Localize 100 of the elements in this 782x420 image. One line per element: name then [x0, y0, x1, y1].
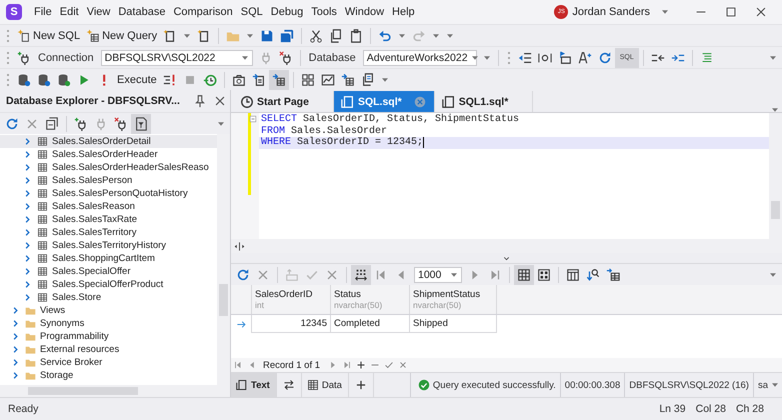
tree-item[interactable]: Sales.SalesOrderHeaderSalesReaso	[52, 162, 209, 173]
tree-item[interactable]: Sales.ShoppingCartItem	[52, 253, 155, 264]
column-header[interactable]: SalesOrderID int	[252, 285, 331, 314]
search-icon[interactable]	[586, 268, 600, 282]
execute-button[interactable]: Execute	[114, 74, 160, 86]
close-icon[interactable]	[213, 94, 227, 108]
tree-item[interactable]: Storage	[40, 370, 74, 381]
tree-item[interactable]: Sales.SalesTaxRate	[52, 214, 138, 225]
grid-arrows-icon[interactable]	[354, 268, 368, 282]
plug-remove-icon[interactable]	[114, 116, 128, 130]
menu-item[interactable]: Comparison	[169, 6, 237, 18]
tree-item[interactable]: Sales.Store	[52, 292, 102, 303]
outdent-icon[interactable]	[518, 50, 532, 64]
column-header[interactable]: ShipmentStatus nvarchar(50)	[410, 285, 497, 314]
menu-item[interactable]: Tools	[307, 6, 341, 18]
table-export-icon[interactable]	[606, 268, 620, 282]
dropdown-caret-icon[interactable]	[399, 34, 406, 38]
dropdown-caret-icon[interactable]	[382, 78, 388, 82]
first-record-icon[interactable]	[233, 360, 243, 370]
lines-icon[interactable]	[700, 50, 714, 64]
tree-item[interactable]: Sales.SalesOrderHeader	[52, 149, 158, 160]
filter-document-icon[interactable]	[134, 116, 148, 130]
tree-item[interactable]: Sales.SpecialOfferProduct	[52, 279, 164, 290]
list-icon[interactable]	[162, 72, 177, 86]
undo-icon[interactable]	[378, 28, 392, 42]
column-header[interactable]: Status nvarchar(50)	[331, 285, 410, 314]
camera-icon[interactable]	[232, 72, 246, 86]
dropdown-caret-icon[interactable]	[218, 122, 224, 126]
plug-add-icon[interactable]	[17, 50, 31, 64]
save-all-icon[interactable]	[280, 28, 294, 42]
save-icon[interactable]	[260, 28, 274, 42]
last-record-icon[interactable]	[342, 360, 352, 370]
refresh-icon[interactable]	[5, 116, 19, 130]
dropdown-caret-icon[interactable]	[433, 34, 440, 38]
menu-item[interactable]: Debug	[266, 6, 308, 18]
dropdown-caret-icon[interactable]	[770, 272, 776, 276]
menu-item[interactable]: Window	[340, 6, 388, 18]
table-arrow-icon[interactable]	[340, 72, 355, 86]
scissors-icon[interactable]	[309, 28, 324, 42]
tree-item[interactable]: Sales.SalesReason	[52, 201, 135, 212]
document-tab[interactable]: SQL1.sql*	[434, 91, 534, 112]
menu-item[interactable]: SQL	[236, 6, 267, 18]
menu-item[interactable]: Database	[114, 6, 170, 18]
columns-icon[interactable]	[566, 268, 580, 282]
split-icon[interactable]	[234, 240, 245, 252]
tree-item[interactable]: Programmability	[40, 331, 109, 342]
tree-item[interactable]: Sales.SpecialOffer	[52, 266, 131, 277]
dropdown-caret-icon[interactable]	[184, 34, 190, 38]
plus-icon[interactable]	[356, 360, 366, 370]
tree-item[interactable]: Sales.SalesOrderDetail	[52, 136, 151, 147]
fold-icon[interactable]	[248, 114, 258, 124]
tree-item[interactable]: Sales.SalesTerritory	[52, 227, 136, 238]
document-tab[interactable]: SQL.sql*	[334, 91, 435, 112]
check-icon[interactable]	[384, 360, 394, 370]
plug-remove-icon[interactable]	[278, 50, 293, 64]
plug-add-icon[interactable]	[74, 116, 88, 130]
document-arrow-icon[interactable]	[252, 72, 266, 86]
history-icon[interactable]	[202, 72, 217, 86]
vertical-scrollbar[interactable]	[769, 113, 782, 239]
document-copy-icon[interactable]	[360, 72, 375, 86]
flag-document-icon[interactable]	[558, 50, 572, 64]
new-query-button[interactable]: New Query	[83, 28, 160, 42]
menu-item[interactable]: View	[82, 6, 114, 18]
cross-icon[interactable]	[398, 360, 408, 370]
tree-item[interactable]: Sales.SalesTerritoryHistory	[52, 240, 166, 251]
dropdown-caret-icon[interactable]	[770, 56, 776, 60]
card-view-icon[interactable]	[537, 268, 551, 282]
font-size-icon[interactable]	[578, 50, 592, 64]
swap-icon[interactable]	[282, 379, 295, 391]
paste-icon[interactable]	[349, 28, 364, 42]
at-sign-icon[interactable]	[538, 50, 552, 64]
grid-view-icon[interactable]	[517, 268, 531, 282]
connection-dropdown[interactable]: DBFSQLSRV\SQL2022	[100, 50, 253, 66]
database-icon[interactable]	[37, 72, 51, 86]
menu-item[interactable]: File	[30, 6, 56, 18]
dropdown-caret-icon[interactable]	[772, 383, 778, 387]
copy-icon[interactable]	[329, 28, 344, 42]
chart-icon[interactable]	[320, 72, 335, 86]
result-tab[interactable]: Data	[302, 373, 348, 397]
refresh-icon[interactable]	[598, 50, 612, 64]
database-dropdown[interactable]: AdventureWorks2022	[362, 50, 477, 66]
diagram-icon[interactable]	[300, 72, 315, 86]
menu-item[interactable]: Help	[388, 6, 419, 18]
result-tab[interactable]: Text	[231, 373, 276, 397]
refresh-icon[interactable]	[236, 268, 250, 282]
tree-item[interactable]: External resources	[40, 344, 120, 355]
new-sql-button[interactable]: New SQL	[14, 28, 84, 42]
database-icon[interactable]	[57, 72, 71, 86]
tree-item[interactable]: Synonyms	[40, 318, 84, 329]
close-icon[interactable]	[754, 5, 768, 19]
maximize-icon[interactable]	[724, 5, 738, 19]
collapse-all-icon[interactable]	[45, 116, 59, 130]
menu-item[interactable]: Edit	[56, 6, 83, 18]
dropdown-caret-icon[interactable]	[247, 34, 254, 38]
tree-row-highlight[interactable]: Sales.SalesOrderDetail	[0, 135, 217, 148]
dropdown-caret-icon[interactable]	[662, 10, 668, 14]
user-name[interactable]: Jordan Sanders	[572, 6, 650, 18]
tree-item[interactable]: Sales.SalesPerson	[52, 175, 132, 186]
tree-item[interactable]: Views	[40, 305, 66, 316]
dropdown-caret-icon[interactable]	[447, 34, 454, 38]
